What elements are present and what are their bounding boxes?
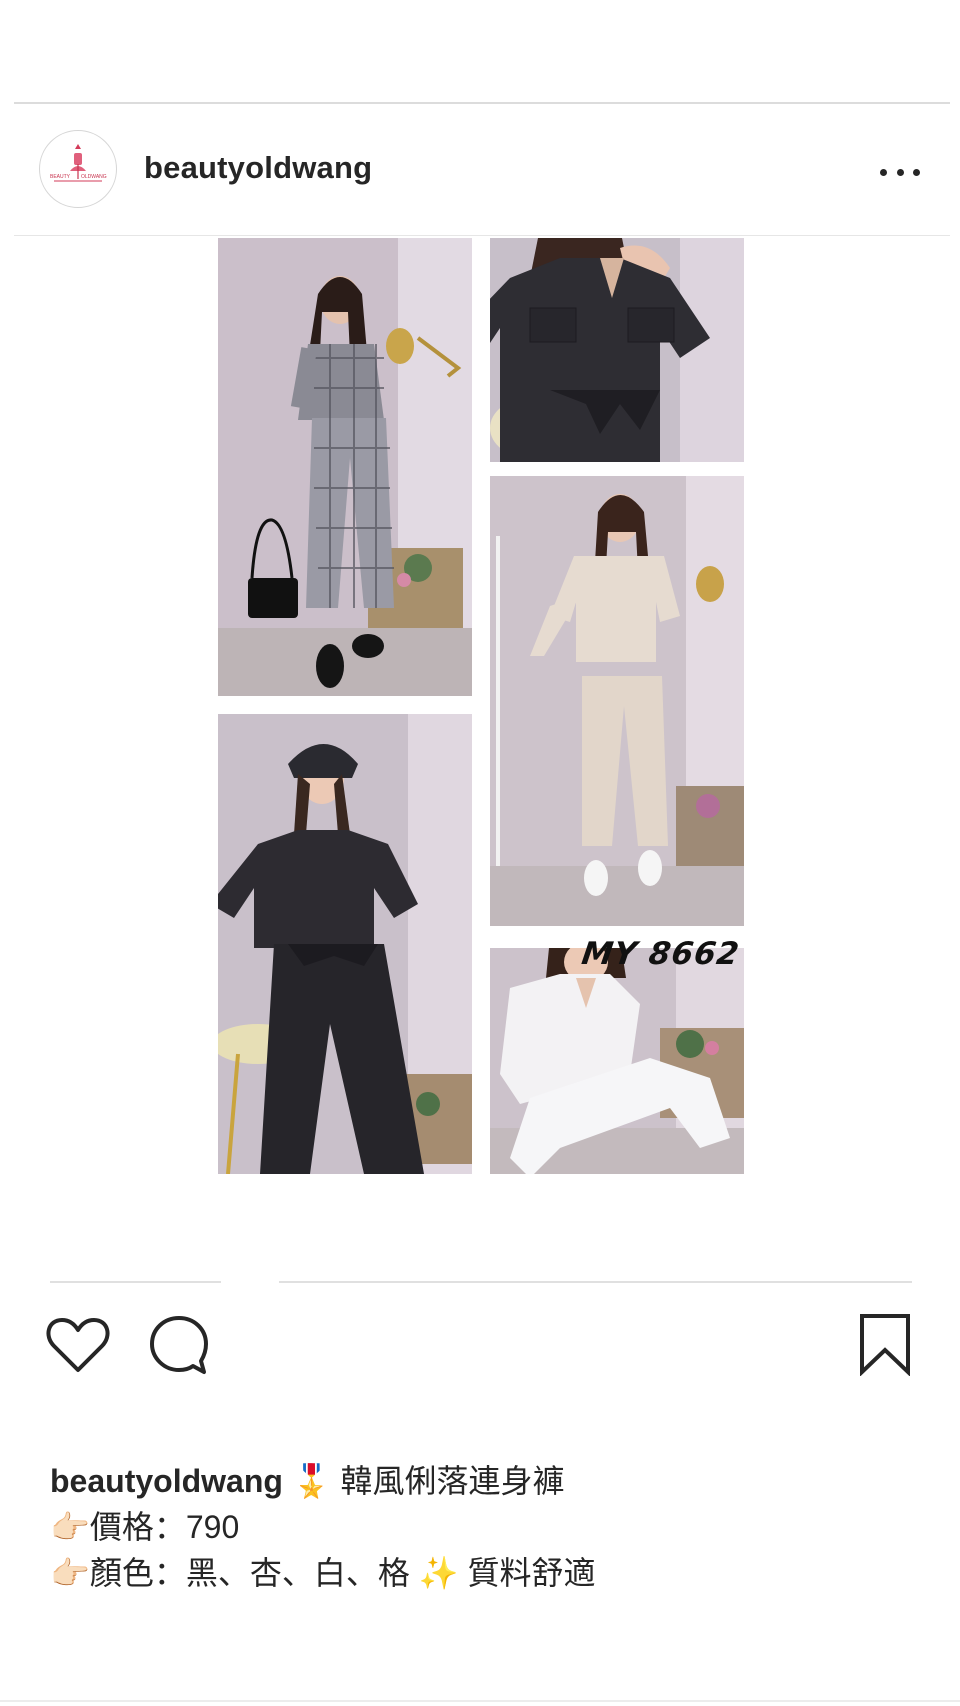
post-header: BEAUTY OLDWANG beautyoldwang xyxy=(14,104,950,236)
bookmark-icon[interactable] xyxy=(858,1312,912,1376)
dot xyxy=(880,168,887,176)
black-jumpsuit-closeup-photo xyxy=(490,238,744,462)
divider xyxy=(50,1281,221,1283)
white-jumpsuit-photo xyxy=(490,948,744,1174)
caption-line-1: beautyoldwang 🎖️ 韓風俐落連身褲 xyxy=(50,1458,930,1504)
medal-emoji: 🎖️ xyxy=(291,1463,332,1499)
status-area xyxy=(0,0,960,102)
more-options-icon[interactable] xyxy=(880,162,920,182)
action-bar xyxy=(0,1300,960,1390)
avatar-text-right: OLDWANG xyxy=(81,174,107,180)
brand-logo: BEAUTY OLDWANG xyxy=(41,132,115,206)
caption-username[interactable]: beautyoldwang xyxy=(50,1463,283,1499)
caption-title: 韓風俐落連身褲 xyxy=(340,1463,565,1499)
caption-line-3: 👉🏻顏色：黑、杏、白、格 ✨ 質料舒適 xyxy=(50,1550,930,1596)
gingham-jumpsuit-photo xyxy=(218,238,472,696)
comment-icon[interactable] xyxy=(148,1314,210,1376)
avatar-text-left: BEAUTY xyxy=(50,174,71,180)
pointing-hand-emoji: 👉🏻 xyxy=(50,1509,90,1545)
post-username[interactable]: beautyoldwang xyxy=(144,150,372,186)
pointing-hand-emoji: 👉🏻 xyxy=(50,1555,90,1591)
divider xyxy=(279,1281,912,1283)
caption-line-2: 👉🏻價格：790 xyxy=(50,1504,930,1550)
caption-price: 價格：790 xyxy=(89,1509,240,1545)
sparkles-emoji: ✨ xyxy=(418,1555,459,1591)
photo-collage: MY 8662 xyxy=(216,236,745,1176)
dot xyxy=(896,168,904,176)
divider xyxy=(0,1700,960,1702)
beige-jumpsuit-photo xyxy=(490,476,744,926)
avatar[interactable]: BEAUTY OLDWANG xyxy=(39,130,117,208)
post-caption: beautyoldwang 🎖️ 韓風俐落連身褲 👉🏻價格：790 👉🏻顏色：黑… xyxy=(50,1458,930,1596)
black-jumpsuit-cap-photo xyxy=(218,714,472,1174)
caption-material: 質料舒適 xyxy=(467,1555,596,1591)
product-code-watermark: MY 8662 xyxy=(579,936,742,972)
caption-colors: 顏色：黑、杏、白、格 xyxy=(89,1555,410,1591)
heart-icon[interactable] xyxy=(46,1316,110,1374)
dot xyxy=(913,168,920,176)
